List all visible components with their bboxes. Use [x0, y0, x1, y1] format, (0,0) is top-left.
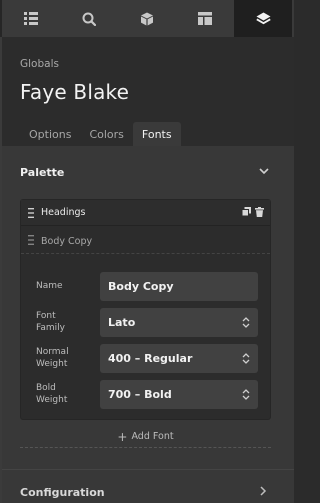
configuration-title: Configuration: [20, 486, 105, 499]
normal-weight-field: Normal Weight 400 – Regular: [36, 344, 260, 373]
add-font-label: Add Font: [131, 431, 174, 442]
name-input[interactable]: Body Copy: [100, 272, 258, 301]
field-label: Name: [36, 281, 63, 291]
palette-title: Palette: [20, 166, 65, 179]
toolbar-cube-button[interactable]: [118, 0, 176, 37]
toolbar-search-button[interactable]: [60, 0, 118, 37]
palette-item-headings[interactable]: Headings: [21, 200, 270, 226]
palette-item-label: Headings: [41, 207, 86, 218]
cube-icon: [141, 12, 153, 25]
palette-item-body-copy[interactable]: Body Copy: [21, 227, 270, 254]
layers-icon: [255, 12, 271, 24]
duplicate-icon[interactable]: [242, 207, 251, 216]
chevron-down-icon[interactable]: [258, 165, 270, 177]
normal-weight-select[interactable]: 400 – Regular: [100, 344, 258, 373]
field-label: Normal Weight: [36, 347, 69, 369]
toolbar-layout-button[interactable]: [176, 0, 234, 37]
drag-handle-icon[interactable]: [28, 235, 34, 245]
palette-item-actions: [242, 207, 264, 217]
font-family-field: Font Family Lato: [36, 308, 260, 337]
palette-item-label: Body Copy: [41, 236, 93, 247]
toolbar-layers-button[interactable]: [234, 0, 292, 37]
drag-handle-icon[interactable]: [28, 208, 34, 218]
field-label: Font Family: [36, 311, 65, 333]
palette-section-header[interactable]: Palette: [2, 146, 294, 196]
trash-icon[interactable]: [255, 207, 264, 217]
page-title: Faye Blake: [20, 80, 130, 104]
select-arrows-icon: [242, 389, 250, 400]
tab-options[interactable]: Options: [20, 122, 80, 146]
chevron-right-icon[interactable]: [258, 485, 268, 497]
top-toolbar: [0, 0, 294, 37]
select-arrows-icon: [242, 353, 250, 364]
bold-weight-select[interactable]: 700 – Bold: [100, 380, 258, 409]
select-arrows-icon: [242, 317, 250, 328]
tab-bar: Options Colors Fonts: [20, 122, 181, 146]
add-font-button[interactable]: + Add Font: [20, 426, 271, 448]
bold-weight-field: Bold Weight 700 – Bold: [36, 380, 260, 409]
font-palette-list: Headings Body Copy Name Body Copy Font F…: [20, 199, 271, 420]
plus-icon: +: [117, 429, 128, 444]
list-icon: [24, 12, 38, 25]
tab-fonts[interactable]: Fonts: [132, 122, 181, 146]
layout-icon: [198, 12, 212, 25]
breadcrumb[interactable]: Globals: [20, 58, 59, 70]
globals-header: Globals Faye Blake Options Colors Fonts: [2, 37, 294, 146]
fonts-panel: Palette Headings Body Copy Name Body Cop…: [2, 146, 294, 503]
font-family-select[interactable]: Lato: [100, 308, 258, 337]
search-icon: [82, 12, 96, 26]
tab-colors[interactable]: Colors: [80, 122, 132, 146]
configuration-section-header[interactable]: Configuration: [2, 469, 294, 503]
toolbar-list-button[interactable]: [2, 0, 60, 37]
name-field: Name Body Copy: [36, 272, 260, 301]
field-label: Bold Weight: [36, 383, 68, 405]
